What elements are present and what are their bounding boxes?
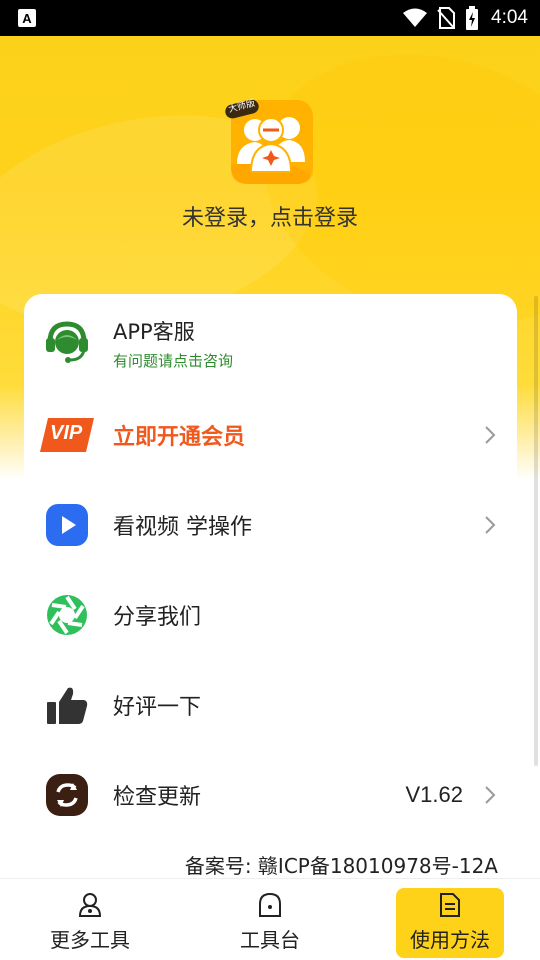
play-icon	[44, 502, 90, 548]
nav-label: 工具台	[240, 927, 300, 952]
share-label: 分享我们	[113, 605, 202, 630]
nav-label: 使用方法	[410, 927, 490, 952]
nav-usage-guide[interactable]: 使用方法	[360, 879, 540, 960]
video-tutorial-row[interactable]: 看视频 学操作	[24, 480, 517, 570]
shutter-icon	[44, 592, 90, 638]
thumbs-up-icon	[44, 682, 90, 728]
service-subtitle: 有问题请点击咨询	[113, 352, 234, 370]
person-icon	[78, 892, 102, 917]
login-prompt[interactable]: 未登录，点击登录	[0, 200, 540, 232]
nav-workbench[interactable]: 工具台	[180, 879, 360, 960]
app-logo[interactable]: 大师版	[225, 96, 317, 188]
rate-label: 好评一下	[113, 695, 202, 720]
video-label: 看视频 学操作	[113, 515, 252, 540]
customer-service-row[interactable]: APP客服 有问题请点击咨询	[24, 294, 517, 390]
headset-icon	[44, 318, 90, 364]
rate-row[interactable]: 好评一下	[24, 660, 517, 750]
nav-more-tools[interactable]: 更多工具	[0, 879, 180, 960]
document-icon	[440, 892, 460, 917]
share-row[interactable]: 分享我们	[24, 570, 517, 660]
vip-label: 立即开通会员	[113, 425, 246, 450]
status-time: 4:04	[491, 7, 528, 28]
service-title: APP客服	[113, 320, 195, 344]
vip-badge-icon: VIP	[40, 412, 94, 458]
battery-icon	[466, 6, 479, 30]
vip-row[interactable]: VIP 立即开通会员	[24, 390, 517, 480]
menu-card: APP客服 有问题请点击咨询 VIP 立即开通会员 看视频 学操作 分享我们 好…	[24, 294, 517, 894]
status-bar: A 4:04	[0, 0, 540, 36]
notification-a-icon: A	[18, 9, 36, 27]
chevron-right-icon	[485, 516, 496, 534]
no-sim-icon	[437, 7, 456, 29]
bottom-nav: 更多工具 工具台 使用方法	[0, 878, 540, 960]
update-label: 检查更新	[113, 785, 202, 810]
icp-record: 备案号: 赣ICP备18010978号-12A	[184, 854, 498, 878]
wifi-icon	[403, 8, 428, 27]
scrollbar[interactable]	[534, 296, 538, 766]
nav-label: 更多工具	[50, 927, 130, 952]
chevron-right-icon	[485, 426, 496, 444]
chevron-right-icon	[485, 786, 496, 804]
home-dot-icon	[259, 892, 281, 917]
refresh-icon	[44, 772, 90, 818]
vip-badge-text: VIP	[50, 422, 83, 444]
update-row[interactable]: 检查更新 V1.62	[24, 750, 517, 840]
version-value: V1.62	[405, 782, 464, 807]
